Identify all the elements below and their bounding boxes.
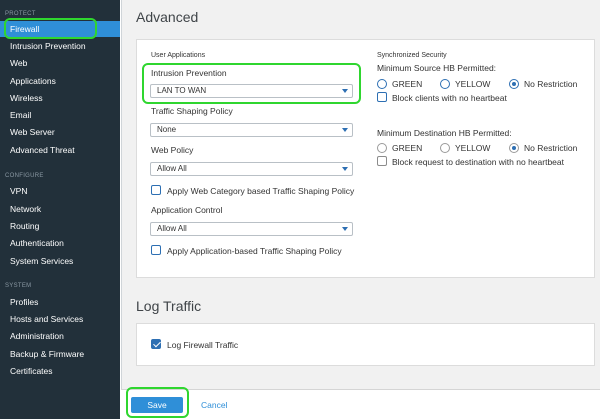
app-shaping-label: Apply Application-based Traffic Shaping … [167,246,342,256]
sidebar-item-web-server[interactable]: Web Server [0,124,120,140]
log-firewall-traffic-label: Log Firewall Traffic [167,340,239,350]
sidebar-item-web[interactable]: Web [0,55,120,71]
sidebar-item-profiles[interactable]: Profiles [0,294,120,310]
sidebar-item-backup-firmware[interactable]: Backup & Firmware [0,346,120,362]
log-traffic-title: Log Traffic [136,298,202,314]
block-clients-checkbox[interactable] [377,92,387,102]
source-no-restriction-radio[interactable] [509,79,519,89]
application-control-label: Application Control [151,205,223,215]
advanced-panel: User Applications Intrusion Prevention L… [136,39,595,278]
traffic-shaping-value: None [157,125,177,134]
sidebar-item-firewall[interactable]: Firewall [0,21,120,37]
source-yellow-radio[interactable] [440,79,450,89]
advanced-title: Advanced [136,9,199,25]
intrusion-prevention-value: LAN TO WAN [157,86,207,95]
sidebar-item-network[interactable]: Network [0,201,120,217]
sidebar-item-wireless[interactable]: Wireless [0,90,120,106]
chevron-down-icon [342,167,348,171]
block-request-label: Block request to destination with no hea… [392,157,564,167]
footer-bar: Save Cancel [121,387,600,419]
traffic-shaping-label: Traffic Shaping Policy [151,106,233,116]
source-yellow-label: YELLOW [455,79,491,89]
sidebar-item-vpn[interactable]: VPN [0,183,120,199]
web-policy-label: Web Policy [151,145,194,155]
save-button[interactable]: Save [131,397,183,413]
intrusion-prevention-select[interactable]: LAN TO WAN [150,84,353,98]
log-firewall-traffic-checkbox[interactable] [151,339,161,349]
traffic-shaping-select[interactable]: None [150,123,353,137]
main-content: Advanced User Applications Intrusion Pre… [121,0,600,419]
dest-yellow-radio[interactable] [440,143,450,153]
sidebar-item-email[interactable]: Email [0,107,120,123]
sidebar-section-system: SYSTEM [5,283,32,289]
log-traffic-panel: Log Firewall Traffic [136,323,595,366]
web-category-shaping-label: Apply Web Category based Traffic Shaping… [167,186,355,196]
source-green-label: GREEN [392,79,423,89]
app-shaping-checkbox[interactable] [151,245,161,255]
sidebar: PROTECT Firewall Intrusion Prevention We… [0,0,120,419]
sidebar-item-system-services[interactable]: System Services [0,253,120,269]
source-no-restriction-label: No Restriction [524,79,578,89]
sidebar-item-applications[interactable]: Applications [0,73,120,89]
web-policy-select[interactable]: Allow All [150,162,353,176]
sidebar-item-intrusion-prevention[interactable]: Intrusion Prevention [0,38,120,54]
sidebar-item-authentication[interactable]: Authentication [0,235,120,251]
sidebar-item-administration[interactable]: Administration [0,328,120,344]
dest-yellow-label: YELLOW [455,143,491,153]
web-policy-value: Allow All [157,164,187,173]
dest-green-radio[interactable] [377,143,387,153]
block-clients-label: Block clients with no heartbeat [392,93,507,103]
dest-no-restriction-label: No Restriction [524,143,578,153]
sidebar-item-certificates[interactable]: Certificates [0,363,120,379]
source-green-radio[interactable] [377,79,387,89]
application-control-value: Allow All [157,224,187,233]
cancel-button[interactable]: Cancel [201,397,227,413]
sidebar-section-configure: CONFIGURE [5,173,44,179]
sidebar-item-routing[interactable]: Routing [0,218,120,234]
block-request-checkbox[interactable] [377,156,387,166]
dest-green-label: GREEN [392,143,423,153]
dest-no-restriction-radio[interactable] [509,143,519,153]
synchronized-security-heading: Synchronized Security [377,52,447,59]
web-category-shaping-checkbox[interactable] [151,185,161,195]
chevron-down-icon [342,227,348,231]
user-applications-heading: User Applications [151,52,206,59]
min-dest-hb-label: Minimum Destination HB Permitted: [377,128,512,138]
sidebar-item-hosts-and-services[interactable]: Hosts and Services [0,311,120,327]
intrusion-prevention-label: Intrusion Prevention [151,68,227,78]
application-control-select[interactable]: Allow All [150,222,353,236]
chevron-down-icon [342,89,348,93]
min-source-hb-label: Minimum Source HB Permitted: [377,63,497,73]
chevron-down-icon [342,128,348,132]
sidebar-section-protect: PROTECT [5,11,36,17]
sidebar-item-advanced-threat[interactable]: Advanced Threat [0,142,120,158]
